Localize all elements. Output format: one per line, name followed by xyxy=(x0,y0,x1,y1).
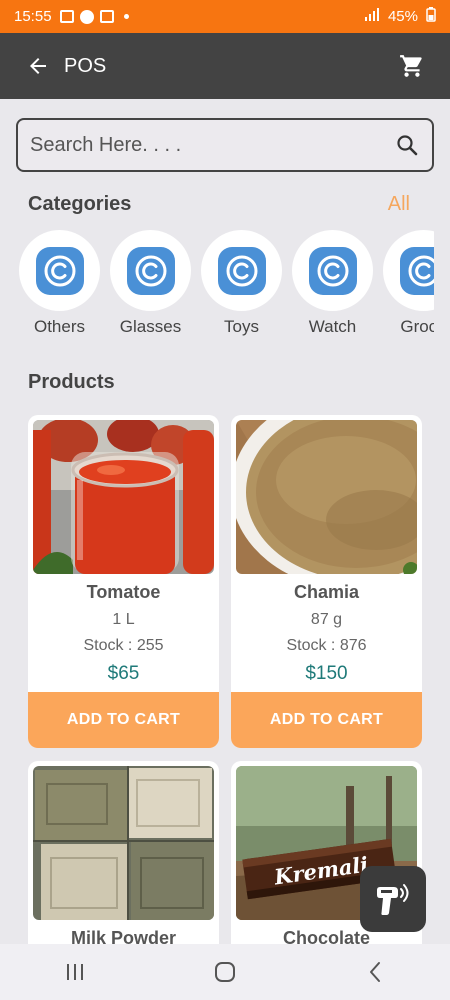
category-label: Others xyxy=(33,317,86,336)
signal-icon xyxy=(364,7,380,26)
all-categories-link[interactable]: All xyxy=(388,193,410,216)
copyright-icon xyxy=(217,246,266,295)
product-stock: Stock : 876 xyxy=(286,637,367,654)
arrow-left-icon xyxy=(30,58,46,74)
category-watch[interactable]: Watch xyxy=(292,230,373,340)
category-list: Others Glasses Toys Watch Groce xyxy=(19,230,434,340)
product-grid: Tomatoe 1 L Stock : 255 $65 ADD TO CART … xyxy=(28,415,422,945)
page-title: POS xyxy=(64,54,107,77)
category-label: Toys xyxy=(224,317,259,336)
product-image-tomato-sauce xyxy=(33,420,214,574)
recent-apps-icon xyxy=(67,964,83,980)
cart-icon xyxy=(400,55,422,77)
product-card[interactable]: Chamia 87 g Stock : 876 $150 ADD TO CART xyxy=(231,415,422,748)
add-to-cart-button[interactable]: ADD TO CART xyxy=(231,692,422,748)
category-toys[interactable]: Toys xyxy=(201,230,282,340)
category-grocery[interactable]: Groce xyxy=(383,230,434,340)
search-input[interactable] xyxy=(30,133,394,157)
category-label: Watch xyxy=(308,317,357,336)
copyright-icon xyxy=(308,246,357,295)
copyright-icon xyxy=(35,246,84,295)
product-card[interactable]: Milk Powder xyxy=(28,761,219,945)
category-others[interactable]: Others xyxy=(19,230,100,340)
back-button[interactable] xyxy=(20,48,56,84)
product-name: Chamia xyxy=(293,582,360,602)
categories-title: Categories xyxy=(28,193,132,215)
status-bar: 15:55 45% xyxy=(0,0,450,33)
product-name: Tomatoe xyxy=(86,582,161,602)
home-icon xyxy=(215,962,235,982)
home-button[interactable] xyxy=(195,952,255,992)
battery-level: 45% xyxy=(387,8,418,25)
category-glasses[interactable]: Glasses xyxy=(110,230,191,340)
status-time: 15:55 xyxy=(14,8,52,25)
product-stock: Stock : 255 xyxy=(83,637,164,654)
system-nav-bar xyxy=(0,944,450,1000)
gallery-icon xyxy=(59,10,74,23)
product-image-lentils xyxy=(236,420,417,574)
cart-button[interactable] xyxy=(394,48,430,84)
category-label: Groce xyxy=(400,317,434,336)
product-name: Milk Powder xyxy=(70,928,177,945)
chevron-left-icon xyxy=(370,962,380,982)
search-box xyxy=(16,118,434,172)
barcode-scanner-icon xyxy=(377,884,409,915)
copyright-icon xyxy=(126,246,175,295)
add-to-cart-button[interactable]: ADD TO CART xyxy=(28,692,219,748)
product-card[interactable]: Tomatoe 1 L Stock : 255 $65 ADD TO CART xyxy=(28,415,219,748)
notification-icon xyxy=(99,10,114,23)
copyright-icon xyxy=(399,246,434,295)
battery-icon xyxy=(426,7,436,26)
barcode-scanner-button[interactable] xyxy=(360,866,426,932)
category-label: Glasses xyxy=(119,317,182,336)
app-bar: POS xyxy=(0,33,450,99)
product-unit: 1 L xyxy=(112,611,135,628)
more-notifications-icon xyxy=(123,14,129,19)
back-nav-button[interactable] xyxy=(345,952,405,992)
product-price: $150 xyxy=(305,663,348,684)
search-button[interactable] xyxy=(394,132,420,158)
product-image-soap xyxy=(33,766,214,920)
products-title: Products xyxy=(28,371,115,393)
search-icon xyxy=(397,135,418,156)
product-unit: 87 g xyxy=(310,611,343,628)
app-notification-icon xyxy=(79,9,94,24)
product-price: $65 xyxy=(107,663,140,684)
recent-apps-button[interactable] xyxy=(45,952,105,992)
